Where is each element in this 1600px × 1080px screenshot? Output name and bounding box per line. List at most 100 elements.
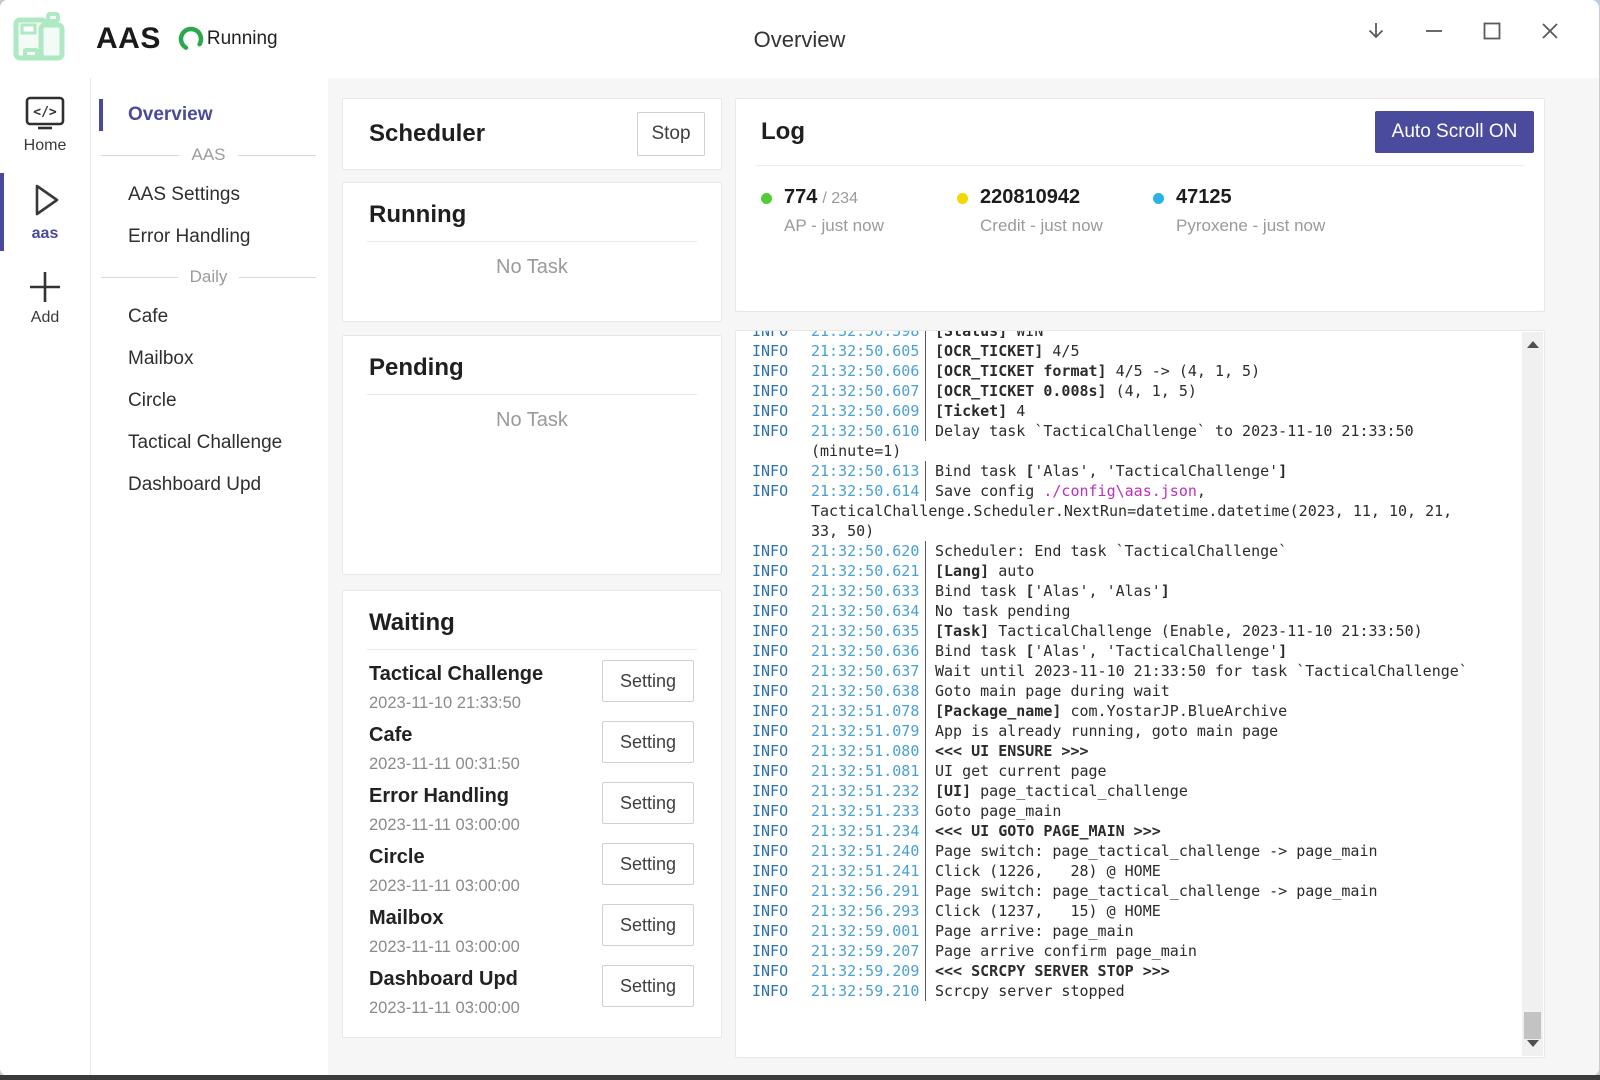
log-level: INFO — [752, 581, 811, 601]
log-line: INFO21:32:59.209<<< SCRCPY SERVER STOP >… — [752, 961, 1544, 981]
task-setting-button[interactable]: Setting — [602, 904, 694, 946]
stat-pyroxene: 47125Pyroxene - just now — [1153, 186, 1349, 236]
log-message: UI get current page — [935, 761, 1544, 781]
auto-scroll-toggle-button[interactable]: Auto Scroll ON — [1375, 111, 1534, 153]
task-setting-button[interactable]: Setting — [602, 721, 694, 763]
log-line: INFO21:32:51.081UI get current page — [752, 761, 1544, 781]
task-setting-button[interactable]: Setting — [602, 965, 694, 1007]
scheduler-stop-button[interactable]: Stop — [637, 112, 705, 156]
log-timestamp: 21:32:50.637 — [811, 661, 923, 681]
log-line: INFO21:32:50.621[Lang] auto — [752, 561, 1544, 581]
log-timestamp: 21:32:56.293 — [811, 901, 923, 921]
log-message: <<< UI ENSURE >>> — [935, 741, 1544, 761]
sidebar-item-label: Mailbox — [128, 348, 193, 370]
pending-card: Pending No Task — [342, 335, 722, 575]
running-spinner-icon — [177, 25, 205, 53]
log-scrollbar[interactable] — [1522, 332, 1543, 1056]
nav-rail-add-label: Add — [31, 309, 59, 327]
log-message: Page switch: page_tactical_challenge -> … — [935, 841, 1544, 861]
running-empty-text: No Task — [343, 256, 721, 279]
log-message: Delay task `TacticalChallenge` to 2023-1… — [935, 421, 1544, 441]
log-line: INFO21:32:50.635[Task] TacticalChallenge… — [752, 621, 1544, 641]
log-timestamp: 21:32:50.598 — [811, 330, 923, 341]
waiting-task-row: Circle2023-11-11 03:00:00Setting — [369, 843, 695, 904]
sidebar-item-circle[interactable]: Circle — [91, 380, 328, 422]
log-timestamp: 21:32:51.232 — [811, 781, 923, 801]
download-update-button[interactable] — [1363, 18, 1389, 44]
log-timestamp: 21:32:50.614 — [811, 481, 923, 501]
sidebar-item-mailbox[interactable]: Mailbox — [91, 338, 328, 380]
log-level: INFO — [752, 801, 811, 821]
log-message: Goto page_main — [935, 801, 1544, 821]
maximize-button[interactable] — [1479, 18, 1505, 44]
scroll-up-arrow[interactable] — [1522, 334, 1543, 355]
nav-rail-aas-label: aas — [32, 225, 59, 243]
stat-dot-icon — [761, 193, 772, 204]
sidebar-group-label: AAS — [191, 145, 225, 165]
svg-text:</>: </> — [33, 105, 57, 120]
scroll-down-arrow[interactable] — [1522, 1033, 1543, 1054]
task-setting-button[interactable]: Setting — [602, 782, 694, 824]
stat-value: 774 — [784, 186, 817, 208]
log-line: INFO21:32:50.613Bind task ['Alas', 'Tact… — [752, 461, 1544, 481]
task-setting-button[interactable]: Setting — [602, 660, 694, 702]
log-line-continuation: (minute=1) — [752, 441, 1544, 461]
log-level: INFO — [752, 561, 811, 581]
log-timestamp: 21:32:59.210 — [811, 981, 923, 1001]
log-timestamp: 21:32:50.609 — [811, 401, 923, 421]
log-message: TacticalChallenge.Scheduler.NextRun=date… — [811, 501, 1544, 521]
log-level: INFO — [752, 401, 811, 421]
sidebar-item-overview[interactable]: Overview — [91, 94, 328, 136]
minimize-button[interactable] — [1421, 18, 1447, 44]
log-level: INFO — [752, 981, 811, 1001]
log-timestamp: 21:32:50.607 — [811, 381, 923, 401]
log-line: INFO21:32:59.207Page arrive confirm page… — [752, 941, 1544, 961]
log-output-box[interactable]: INFO21:32:50.598[Status] WININFO21:32:50… — [735, 330, 1545, 1058]
log-line-continuation: 33, 50) — [752, 521, 1544, 541]
log-level: INFO — [752, 381, 811, 401]
sidebar-item-dashboard-upd[interactable]: Dashboard Upd — [91, 464, 328, 506]
log-message: [OCR_TICKET] 4/5 — [935, 341, 1544, 361]
close-button[interactable] — [1537, 18, 1563, 44]
log-level: INFO — [752, 481, 811, 501]
log-message: Click (1226, 28) @ HOME — [935, 861, 1544, 881]
log-timestamp: 21:32:50.605 — [811, 341, 923, 361]
pending-title: Pending — [343, 354, 721, 394]
log-level: INFO — [752, 701, 811, 721]
sidebar-item-aas-settings[interactable]: AAS Settings — [91, 174, 328, 216]
log-line: INFO21:32:56.291Page switch: page_tactic… — [752, 881, 1544, 901]
log-message: [UI] page_tactical_challenge — [935, 781, 1544, 801]
log-line: INFO21:32:50.638Goto main page during wa… — [752, 681, 1544, 701]
log-level: INFO — [752, 541, 811, 561]
log-level: INFO — [752, 781, 811, 801]
sidebar-item-tactical-challenge[interactable]: Tactical Challenge — [91, 422, 328, 464]
window-controls — [1363, 18, 1563, 44]
log-timestamp: 21:32:51.078 — [811, 701, 923, 721]
log-timestamp: 21:32:50.620 — [811, 541, 923, 561]
divider — [367, 241, 697, 242]
stat-value: 220810942 — [980, 186, 1080, 208]
sidebar-item-cafe[interactable]: Cafe — [91, 296, 328, 338]
log-line: INFO21:32:51.233Goto page_main — [752, 801, 1544, 821]
log-line: INFO21:32:50.609[Ticket] 4 — [752, 401, 1544, 421]
task-setting-button[interactable]: Setting — [602, 843, 694, 885]
nav-rail-add[interactable]: Add — [0, 269, 90, 327]
log-level: INFO — [752, 330, 811, 341]
log-timestamp: 21:32:50.638 — [811, 681, 923, 701]
main-area: Scheduler Stop Running No Task Pending N… — [328, 78, 1599, 1076]
nav-rail-aas[interactable]: aas — [0, 179, 90, 243]
log-level: INFO — [752, 621, 811, 641]
log-line: INFO21:32:59.001Page arrive: page_main — [752, 921, 1544, 941]
log-message: [Status] WIN — [935, 330, 1544, 341]
active-indicator — [0, 173, 4, 251]
log-level: INFO — [752, 821, 811, 841]
running-card: Running No Task — [342, 182, 722, 322]
sidebar-item-error-handling[interactable]: Error Handling — [91, 216, 328, 258]
code-monitor-icon: </> — [23, 95, 67, 133]
stat-value: 47125 — [1176, 186, 1232, 208]
log-message: Page switch: page_tactical_challenge -> … — [935, 881, 1544, 901]
stat-dot-icon — [957, 193, 968, 204]
stat-dot-icon — [1153, 193, 1164, 204]
maximize-icon — [1480, 19, 1504, 43]
nav-rail-home[interactable]: </> Home — [0, 95, 90, 155]
